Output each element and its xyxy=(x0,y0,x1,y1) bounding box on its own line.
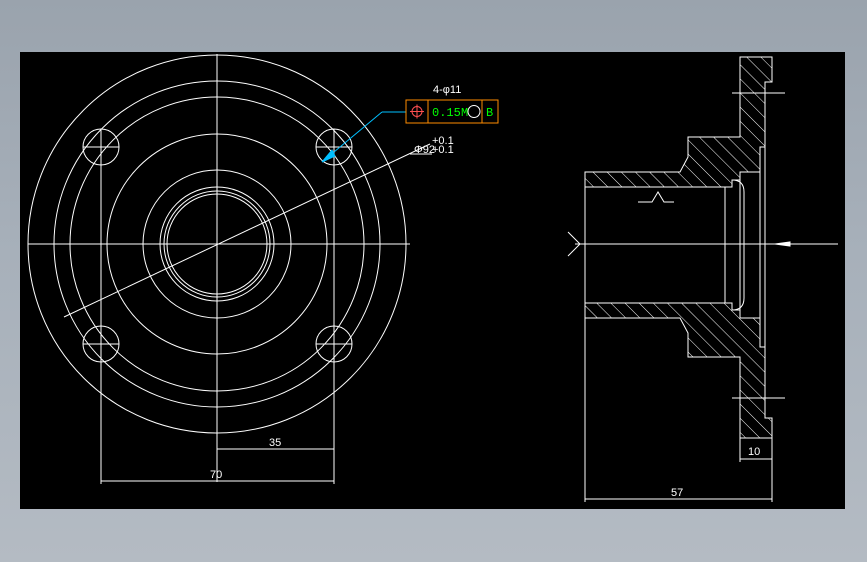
front-view xyxy=(27,54,432,484)
hole-callout-text: 4-φ11 xyxy=(433,84,461,96)
section-view: 10 57 xyxy=(567,56,838,502)
datum-label: B xyxy=(486,106,493,120)
modifier-circle-icon xyxy=(467,105,481,118)
hole-callout-leader xyxy=(321,111,406,163)
bore-tolerance-lower: +0.1 xyxy=(432,144,454,156)
section-lower-hatch xyxy=(584,302,773,439)
position-icon xyxy=(410,104,424,119)
section-upper-hatch xyxy=(584,56,773,188)
tolerance-value: 0.15 xyxy=(432,106,461,120)
dim-text-70: 70 xyxy=(210,469,222,481)
dim-text-57: 57 xyxy=(671,487,683,499)
dim-text-35: 35 xyxy=(269,437,281,449)
tolerance-frame: 0.15 M B xyxy=(405,99,499,124)
dim-text-10: 10 xyxy=(748,446,760,458)
cad-drawing-area: 0.15 M B 4-φ11 Φ92 +0.1 +0.1 35 70 10 57 xyxy=(20,52,845,509)
bore-dimension-line xyxy=(63,143,431,318)
flange-drawing: 0.15 M B 4-φ11 Φ92 +0.1 +0.1 35 70 10 57 xyxy=(27,54,838,502)
tolerance-modifier: M xyxy=(461,106,468,120)
